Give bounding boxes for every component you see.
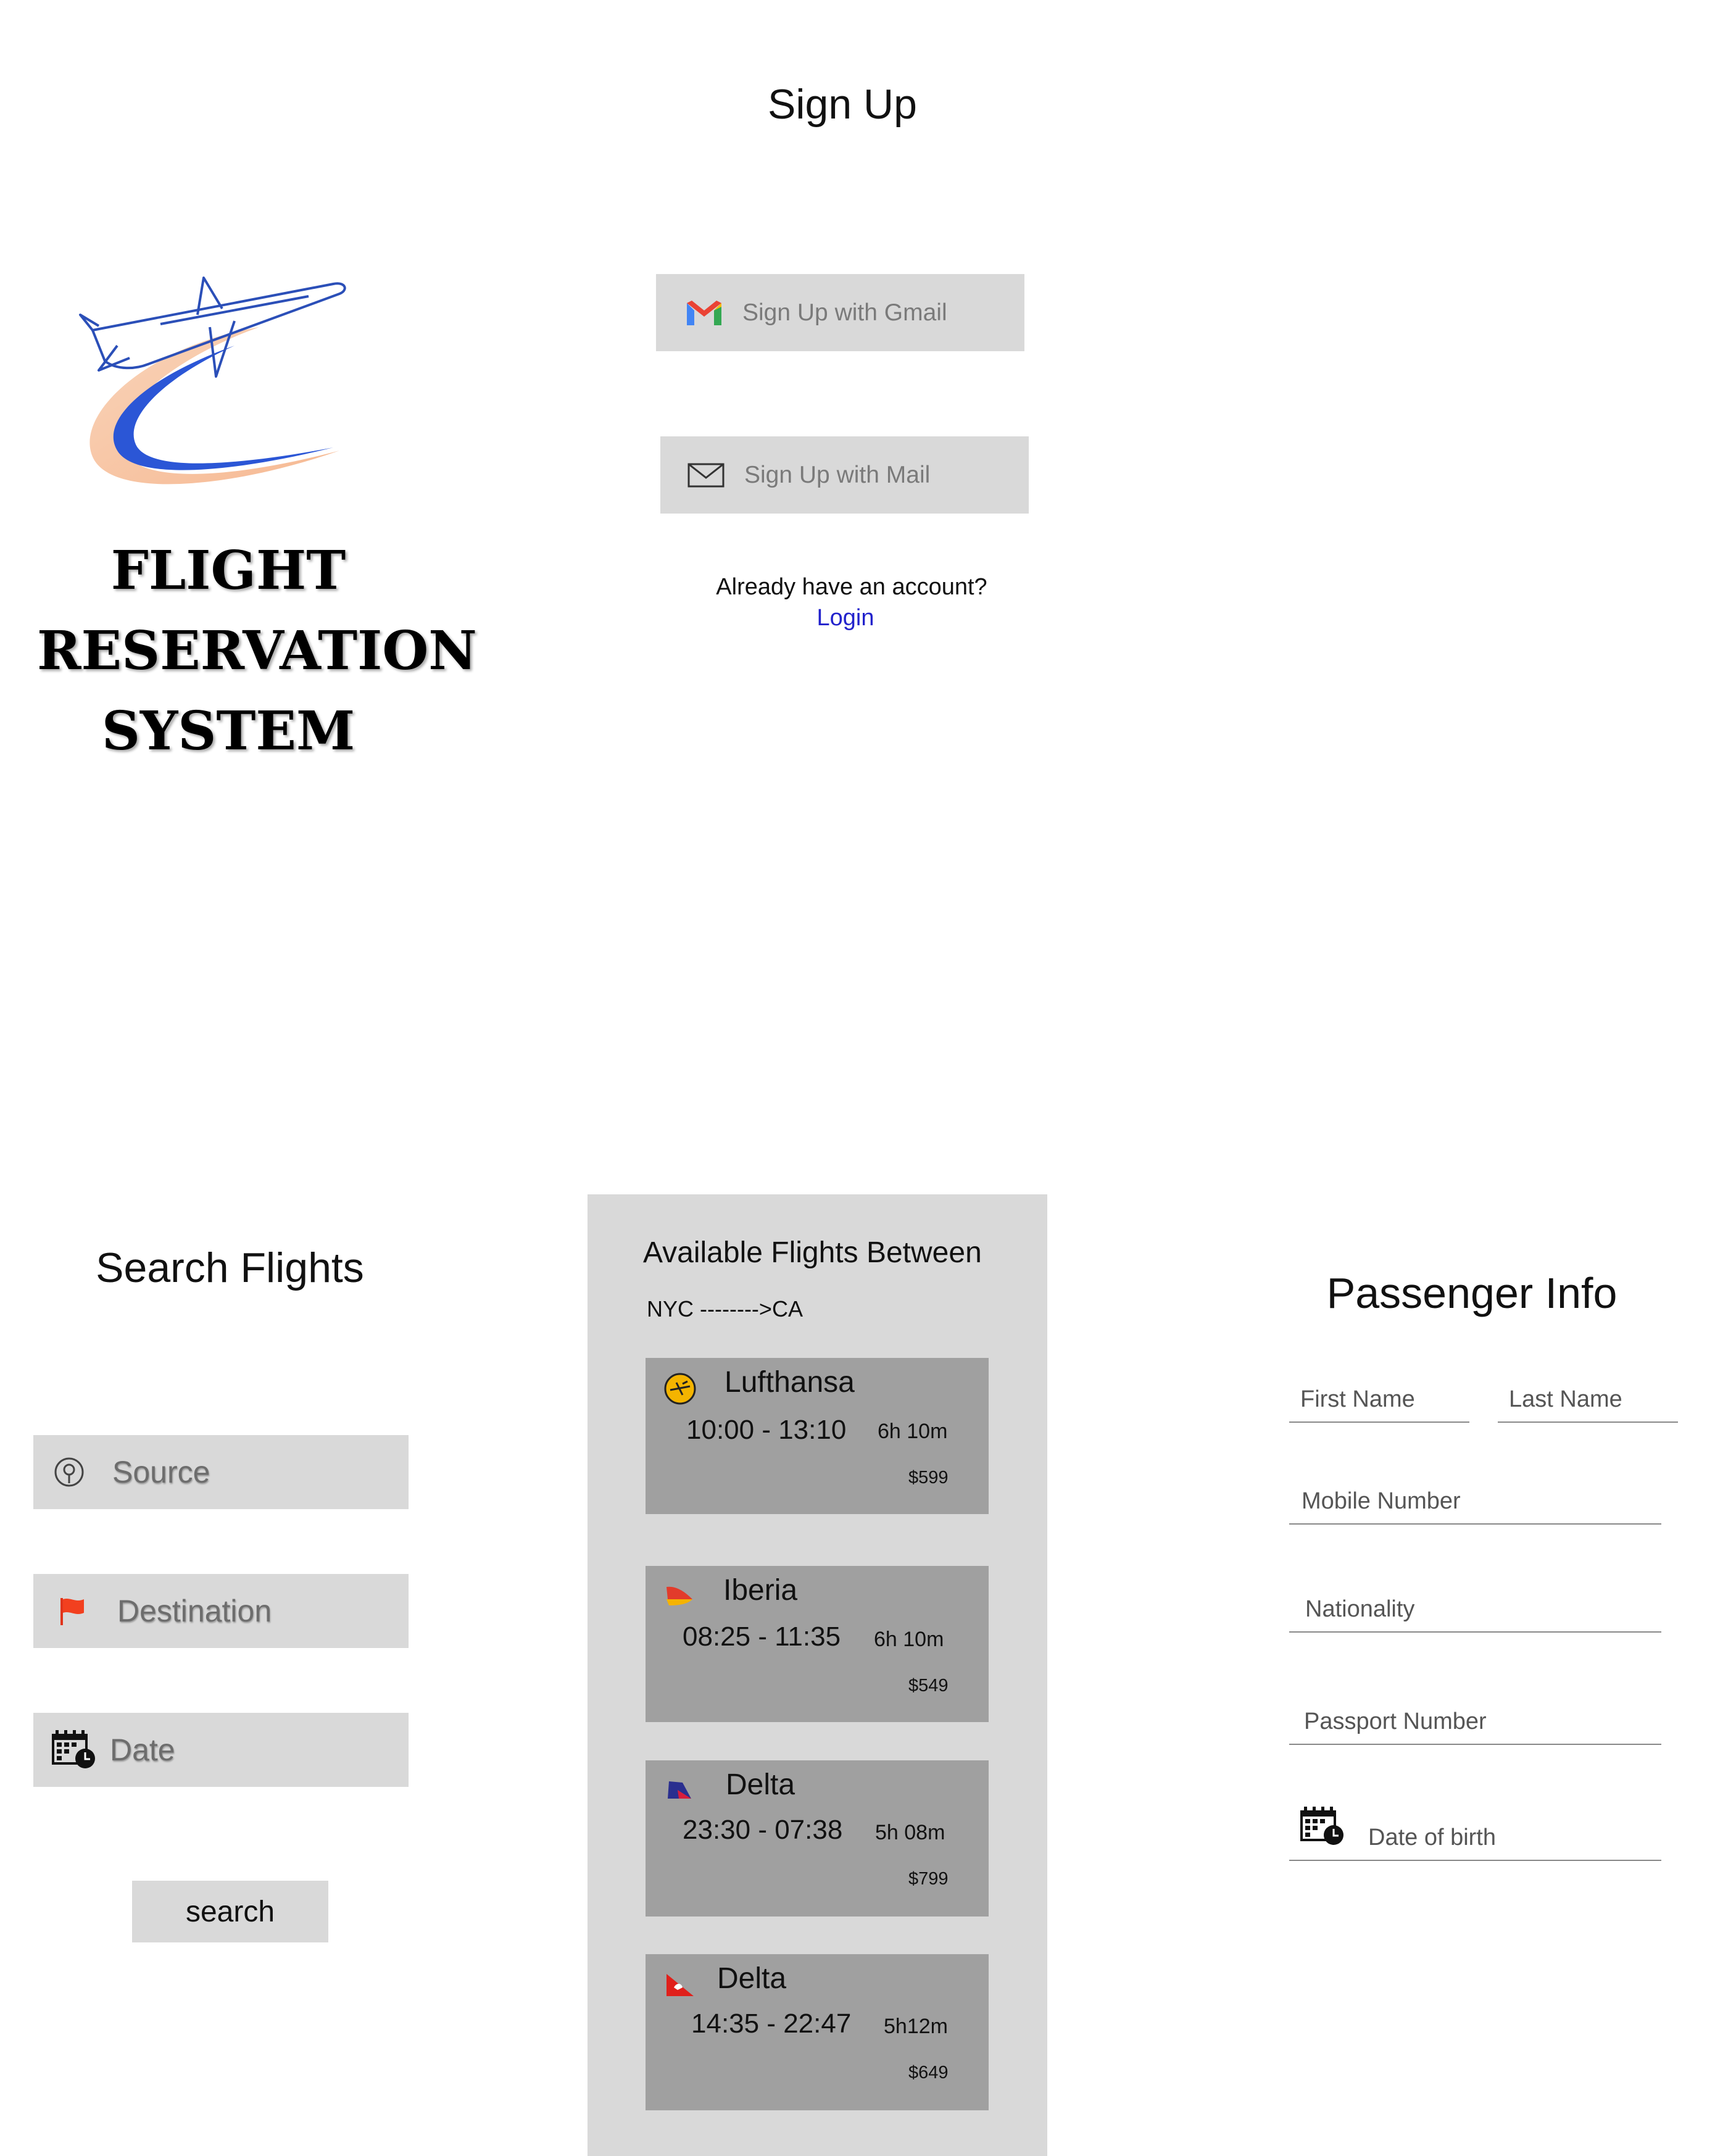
flight-card-iberia[interactable]: Iberia 08:25 - 11:35 6h 10m $549 (646, 1566, 989, 1722)
airline-name: Iberia (723, 1574, 798, 1607)
flight-card-lufthansa[interactable]: Lufthansa 10:00 - 13:10 6h 10m $599 (646, 1358, 989, 1514)
first-name-placeholder: First Name (1300, 1386, 1415, 1412)
brand-title: FLIGHT RESERVATION SYSTEM (37, 531, 477, 772)
calendar-clock-icon (1299, 1807, 1345, 1852)
last-name-field[interactable]: Last Name (1498, 1367, 1678, 1423)
passport-number-field[interactable]: Passport Number (1289, 1689, 1661, 1745)
envelope-icon (685, 457, 727, 494)
flight-duration: 5h12m (884, 2015, 948, 2038)
last-name-placeholder: Last Name (1509, 1386, 1622, 1412)
gmail-icon (683, 294, 725, 331)
flight-duration: 6h 10m (878, 1420, 948, 1443)
signup-mail-label: Sign Up with Mail (744, 461, 931, 488)
search-flights-title: Search Flights (96, 1244, 364, 1291)
search-button[interactable]: search (132, 1881, 328, 1942)
airline-name: Delta (717, 1962, 787, 1995)
flight-times: 08:25 - 11:35 (683, 1621, 841, 1652)
passenger-info-title: Passenger Info (1326, 1269, 1617, 1317)
airplane-logo (74, 253, 395, 506)
route-text: NYC -------->CA (647, 1296, 803, 1321)
flight-price: $549 (908, 1676, 949, 1696)
flight-card-delta-2[interactable]: Delta 14:35 - 22:47 5h12m $649 (646, 1954, 989, 2110)
iberia-logo-icon (664, 1581, 696, 1613)
brand-line-2: RESERVATION (37, 620, 477, 682)
airline-name: Delta (726, 1768, 795, 1801)
signup-title: Sign Up (768, 81, 917, 128)
nationality-field[interactable]: Nationality (1289, 1577, 1661, 1633)
flight-price: $599 (908, 1468, 949, 1488)
mobile-number-placeholder: Mobile Number (1302, 1488, 1461, 1514)
flight-times: 14:35 - 22:47 (691, 2008, 852, 2039)
passport-number-placeholder: Passport Number (1304, 1709, 1487, 1734)
date-of-birth-placeholder: Date of birth (1368, 1825, 1496, 1850)
location-pin-icon (53, 1456, 102, 1488)
flight-times: 10:00 - 13:10 (686, 1415, 847, 1445)
delta-logo-icon (664, 1775, 696, 1807)
date-field[interactable]: Date (33, 1713, 409, 1787)
airline-name: Lufthansa (725, 1366, 855, 1399)
date-label: Date (110, 1733, 175, 1767)
flag-icon (58, 1596, 107, 1626)
flight-price: $649 (908, 2063, 949, 2083)
already-have-account-text: Already have an account? (716, 574, 987, 600)
brand-line-3: SYSTEM (101, 700, 355, 762)
qantas-logo-icon (664, 1969, 696, 2001)
mobile-number-field[interactable]: Mobile Number (1289, 1469, 1661, 1525)
signup-gmail-button[interactable]: Sign Up with Gmail (656, 274, 1024, 351)
lufthansa-logo-icon (664, 1373, 696, 1405)
calendar-clock-icon (51, 1730, 100, 1770)
destination-field[interactable]: Destination (33, 1574, 409, 1648)
source-label: Source (112, 1455, 210, 1489)
flight-duration: 6h 10m (874, 1628, 944, 1651)
flight-price: $799 (908, 1869, 949, 1889)
available-flights-title: Available Flights Between (643, 1236, 982, 1269)
flight-duration: 5h 08m (875, 1821, 945, 1844)
signup-gmail-label: Sign Up with Gmail (742, 299, 947, 326)
nationality-placeholder: Nationality (1305, 1596, 1415, 1622)
destination-label: Destination (117, 1594, 272, 1628)
flight-times: 23:30 - 07:38 (683, 1815, 843, 1845)
date-of-birth-field[interactable]: Date of birth (1289, 1799, 1661, 1861)
first-name-field[interactable]: First Name (1289, 1367, 1469, 1423)
flight-card-delta[interactable]: Delta 23:30 - 07:38 5h 08m $799 (646, 1760, 989, 1917)
login-link[interactable]: Login (790, 605, 901, 631)
signup-mail-button[interactable]: Sign Up with Mail (660, 436, 1029, 514)
source-field[interactable]: Source (33, 1435, 409, 1509)
brand-line-1: FLIGHT (110, 539, 346, 602)
